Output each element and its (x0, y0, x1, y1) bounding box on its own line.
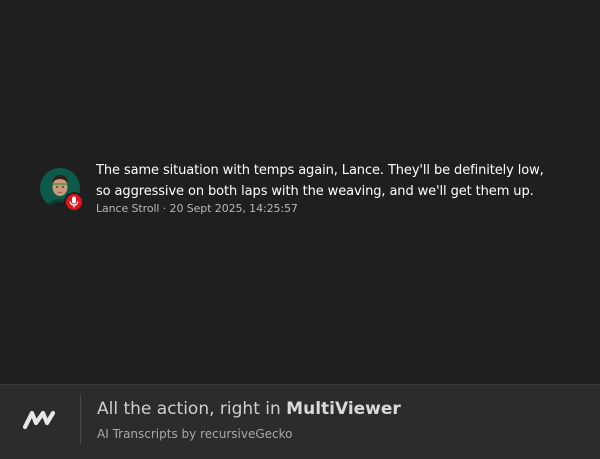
microphone-icon (64, 192, 84, 212)
footer-title-prefix: All the action, right in (97, 399, 287, 419)
message-text: The same situation with temps again, Lan… (96, 163, 544, 199)
footer-title: All the action, right in MultiViewer (97, 398, 401, 420)
footer-banner[interactable]: All the action, right in MultiViewer AI … (0, 384, 600, 459)
message-meta: Lance Stroll · 20 Sept 2025, 14:25:57 (96, 202, 298, 215)
message-body: The same situation with temps again, Lan… (96, 160, 556, 216)
multiviewer-logo-icon (22, 407, 56, 433)
avatar-container (40, 168, 84, 214)
footer-brand-name: MultiViewer (286, 399, 401, 419)
footer-divider (80, 395, 81, 444)
transcript-panel: The same situation with temps again, Lan… (0, 0, 600, 384)
footer-subtitle: AI Transcripts by recursiveGecko (97, 427, 293, 441)
